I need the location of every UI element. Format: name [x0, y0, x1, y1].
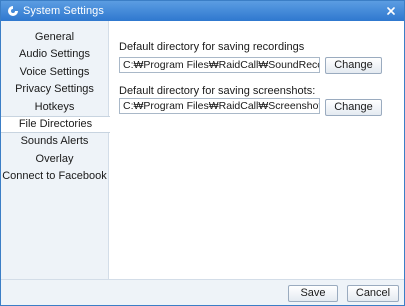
title-bar: System Settings — [1, 1, 404, 21]
save-button[interactable]: Save — [288, 285, 338, 302]
screenshots-directory-field[interactable]: C:₩Program Files₩RaidCall₩Screenshot — [119, 98, 320, 114]
sidebar-item-hotkeys[interactable]: Hotkeys — [1, 99, 108, 116]
settings-sidebar: General Audio Settings Voice Settings Pr… — [1, 21, 110, 279]
sidebar-item-audio-settings[interactable]: Audio Settings — [1, 46, 108, 63]
sidebar-item-privacy-settings[interactable]: Privacy Settings — [1, 81, 108, 98]
sidebar-item-general[interactable]: General — [1, 29, 108, 46]
sidebar-item-connect-to-facebook[interactable]: Connect to Facebook — [1, 168, 108, 185]
cancel-button[interactable]: Cancel — [347, 285, 399, 302]
window-title: System Settings — [23, 5, 104, 17]
raidcall-logo-icon — [6, 5, 19, 18]
dialog-footer: Save Cancel — [1, 279, 404, 305]
change-screenshots-directory-button[interactable]: Change — [325, 99, 382, 116]
screenshots-directory-label: Default directory for saving screenshots… — [119, 85, 316, 97]
sidebar-item-overlay[interactable]: Overlay — [1, 151, 108, 168]
settings-window: System Settings General Audio Settings V… — [0, 0, 405, 306]
recordings-directory-label: Default directory for saving recordings — [119, 41, 305, 53]
file-directories-panel: Default directory for saving recordings … — [110, 21, 404, 279]
sidebar-item-voice-settings[interactable]: Voice Settings — [1, 64, 108, 81]
sidebar-item-sounds-alerts[interactable]: Sounds Alerts — [1, 133, 108, 150]
recordings-directory-field[interactable]: C:₩Program Files₩RaidCall₩SoundRecord — [119, 57, 320, 73]
close-icon[interactable] — [384, 4, 398, 18]
change-recordings-directory-button[interactable]: Change — [325, 57, 382, 74]
sidebar-item-file-directories[interactable]: File Directories — [1, 115, 110, 134]
